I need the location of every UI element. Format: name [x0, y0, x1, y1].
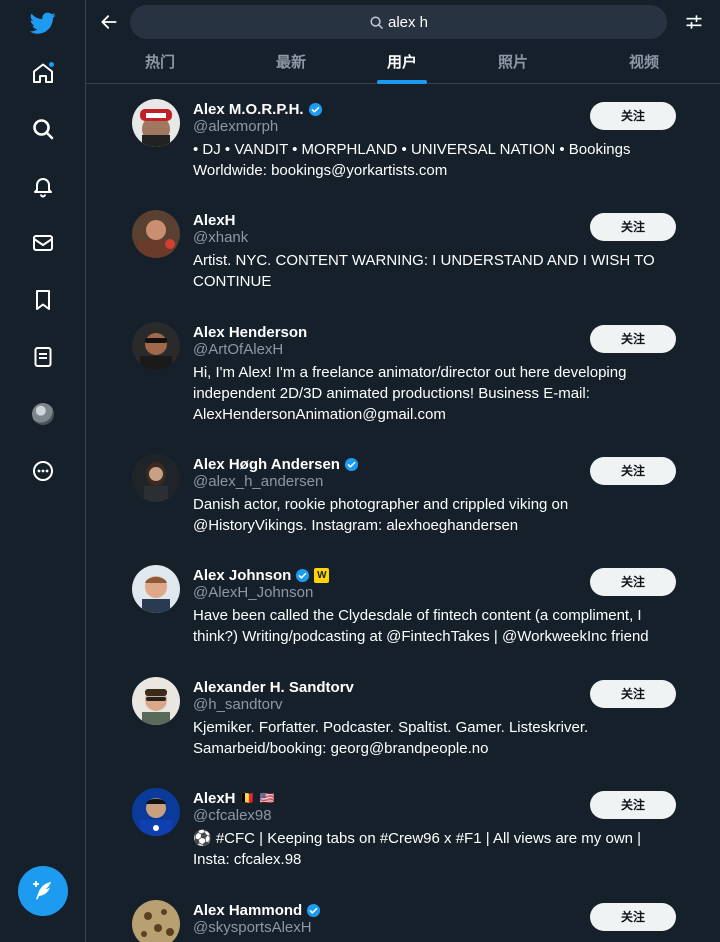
user-name-row: Alex M.O.R.P.H.: [193, 99, 323, 119]
follow-button[interactable]: 关注: [590, 213, 676, 241]
search-query: alex h: [387, 13, 429, 31]
avatar[interactable]: [132, 900, 180, 942]
user-handle: @xhank: [193, 229, 249, 246]
follow-button[interactable]: 关注: [590, 325, 676, 353]
bookmark-icon[interactable]: [27, 284, 59, 316]
follow-button[interactable]: 关注: [590, 457, 676, 485]
flag-emojis: 🇧🇪 🇺🇸: [239, 791, 276, 805]
user-handle: @AlexH_Johnson: [193, 584, 314, 601]
search-icon: [370, 15, 383, 29]
active-tab-indicator: [377, 80, 427, 84]
user-handle: @cfcalex98: [193, 807, 272, 824]
verified-badge-icon: [344, 457, 359, 471]
user-handle: @alex_h_andersen: [193, 473, 324, 490]
avatar[interactable]: [132, 454, 180, 502]
home-icon[interactable]: [27, 57, 59, 89]
user-name-row: Alexander H. Sandtorv: [193, 677, 354, 697]
user-bio: ⚽ #CFC | Keeping tabs on #Crew96 x #F1 |…: [193, 830, 642, 868]
search-tabs: 热门 最新 用户 照片 视频: [86, 44, 720, 84]
twitter-logo-icon[interactable]: [27, 7, 59, 39]
tab-people-label: 用户: [386, 54, 417, 71]
tab-photos[interactable]: 照片: [468, 44, 558, 84]
user-handle: @skysportsAlexH: [193, 919, 312, 936]
user-display-name: Alex Henderson: [193, 323, 308, 341]
verified-badge-icon: [296, 568, 310, 582]
back-button[interactable]: [96, 8, 122, 36]
verified-badge-icon: [307, 903, 321, 917]
avatar[interactable]: [132, 677, 180, 725]
profile-avatar[interactable]: [27, 398, 59, 430]
tab-videos[interactable]: 视频: [599, 44, 689, 84]
user-name-row: AlexH 🇧🇪 🇺🇸: [193, 788, 276, 808]
user-handle: @h_sandtorv: [193, 696, 283, 713]
follow-button[interactable]: 关注: [590, 680, 676, 708]
user-name-row: Alex Hammond: [193, 900, 321, 920]
tab-top[interactable]: 热门: [115, 44, 205, 84]
user-bio: Kjemiker. Forfatter. Podcaster. Spaltist…: [193, 719, 589, 757]
avatar[interactable]: [132, 210, 180, 258]
avatar[interactable]: [132, 565, 180, 613]
affiliate-badge-icon: W: [314, 567, 330, 583]
user-name-row: AlexH: [193, 210, 236, 230]
list-icon[interactable]: [27, 341, 59, 373]
compose-tweet-button[interactable]: [18, 866, 68, 916]
sidebar-nav: [0, 0, 86, 942]
search-header: alex h 热门 最新 用户 照片 视频: [86, 0, 720, 84]
user-bio: Hi, I'm Alex! I'm a freelance animator/d…: [193, 364, 627, 423]
search-filter-button[interactable]: [682, 10, 706, 34]
user-bio: Danish actor, rookie photographer and cr…: [193, 496, 569, 534]
tab-people[interactable]: 用户: [357, 44, 447, 84]
user-display-name: Alex M.O.R.P.H.: [193, 100, 304, 118]
avatar[interactable]: [132, 322, 180, 370]
search-icon[interactable]: [27, 113, 59, 145]
user-display-name: AlexH: [193, 211, 236, 229]
feather-plus-icon: [33, 881, 51, 900]
notification-dot: [48, 61, 55, 68]
verified-badge-icon: [308, 102, 322, 116]
user-display-name: AlexH: [193, 789, 236, 807]
user-display-name: Alex Hammond: [193, 901, 303, 919]
follow-button[interactable]: 关注: [590, 791, 676, 819]
user-name-row: Alex Johnson W: [193, 565, 330, 585]
user-display-name: Alex Høgh Andersen: [193, 455, 340, 473]
user-handle: @ArtOfAlexH: [193, 341, 284, 358]
follow-button[interactable]: 关注: [590, 903, 676, 931]
user-bio: Have been called the Clydesdale of finte…: [193, 607, 649, 645]
user-handle: @alexmorph: [193, 118, 279, 135]
sliders-icon: [686, 15, 702, 29]
user-display-name: Alexander H. Sandtorv: [193, 678, 354, 696]
follow-button[interactable]: 关注: [590, 102, 676, 130]
user-bio: Artist. NYC. CONTENT WARNING: I UNDERSTA…: [193, 252, 655, 290]
mail-icon[interactable]: [27, 227, 59, 259]
arrow-left-icon: [101, 15, 117, 29]
user-display-name: Alex Johnson: [193, 566, 292, 584]
avatar[interactable]: [132, 788, 180, 836]
user-name-row: Alex Henderson: [193, 322, 307, 342]
follow-button[interactable]: 关注: [590, 568, 676, 596]
search-input[interactable]: alex h: [130, 5, 667, 39]
avatar[interactable]: [132, 99, 180, 147]
tab-latest[interactable]: 最新: [246, 44, 336, 84]
user-bio: • DJ • VANDIT • MORPHLAND • UNIVERSAL NA…: [193, 141, 631, 179]
user-name-row: Alex Høgh Andersen: [193, 454, 359, 474]
bell-icon[interactable]: [27, 170, 59, 202]
more-icon[interactable]: [27, 455, 59, 487]
